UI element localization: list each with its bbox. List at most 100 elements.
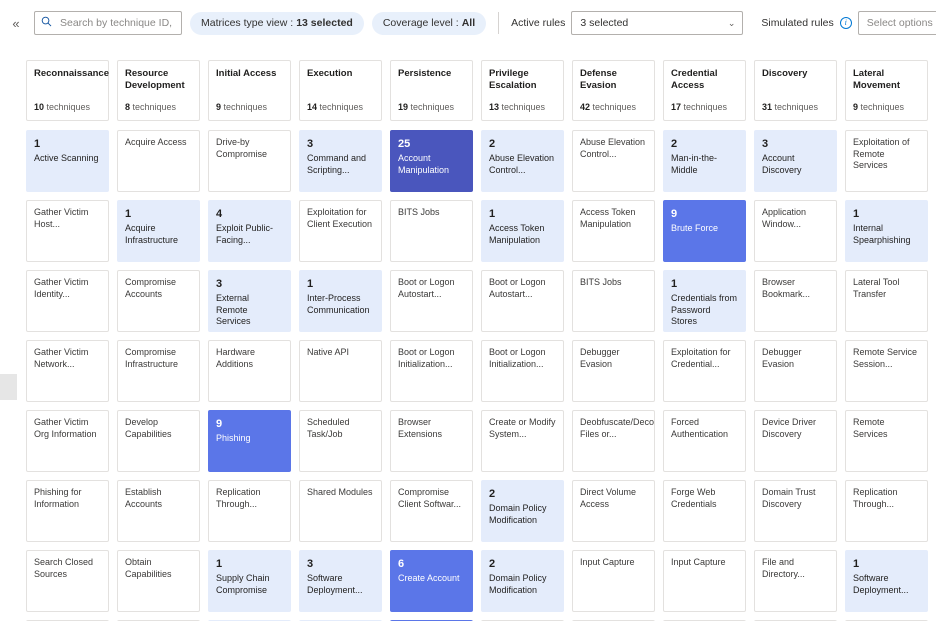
technique-cell[interactable]: Browser Bookmark... — [754, 270, 837, 332]
technique-cell[interactable]: 4 Exploit Public-Facing... — [208, 200, 291, 262]
technique-cell[interactable]: Acquire Access — [117, 130, 200, 192]
technique-cell[interactable]: Phishing for Information — [26, 480, 109, 542]
technique-cell[interactable]: Remote Services — [845, 410, 928, 472]
technique-cell[interactable]: Forced Authentication — [663, 410, 746, 472]
search-input-container[interactable] — [34, 11, 182, 35]
technique-count: 13 techniques — [489, 102, 546, 112]
coverage-level-filter[interactable]: Coverage level : All — [371, 11, 487, 35]
technique-cell[interactable]: Remote Service Session... — [845, 340, 928, 402]
technique-cell[interactable]: Exploitation of Remote Services — [845, 130, 928, 192]
tactic-header[interactable]: Execution 14 techniques — [299, 60, 382, 121]
technique-cell[interactable]: 2 Abuse Elevation Control... — [481, 130, 564, 192]
technique-alert-count: 1 — [853, 558, 860, 570]
technique-cell[interactable]: Input Capture — [663, 550, 746, 612]
technique-cell[interactable]: Replication Through... — [208, 480, 291, 542]
technique-cell[interactable]: Lateral Tool Transfer — [845, 270, 928, 332]
technique-cell[interactable]: Device Driver Discovery — [754, 410, 837, 472]
collapse-sidebar-icon[interactable]: « — [6, 13, 26, 33]
technique-cell[interactable]: Abuse Elevation Control... — [572, 130, 655, 192]
technique-cell[interactable]: 9 Phishing — [208, 410, 291, 472]
technique-cell[interactable]: 1 Internal Spearphishing — [845, 200, 928, 262]
vertical-scrollbar-thumb[interactable] — [0, 374, 17, 400]
search-input[interactable] — [58, 16, 175, 30]
tactic-header[interactable]: Persistence 19 techniques — [390, 60, 473, 121]
technique-cell[interactable]: Browser Extensions — [390, 410, 473, 472]
technique-list: 3 Account Discovery Application Window... B… — [754, 130, 837, 621]
technique-cell[interactable]: 3 Command and Scripting... — [299, 130, 382, 192]
technique-cell[interactable]: Gather Victim Org Information — [26, 410, 109, 472]
technique-cell[interactable]: Boot or Logon Autostart... — [390, 270, 473, 332]
technique-cell[interactable]: Create or Modify System... — [481, 410, 564, 472]
technique-cell[interactable]: 2 Man-in-the-Middle — [663, 130, 746, 192]
technique-cell[interactable]: 1 Access Token Manipulation — [481, 200, 564, 262]
technique-cell[interactable]: Application Window... — [754, 200, 837, 262]
technique-cell[interactable]: Debugger Evasion — [572, 340, 655, 402]
technique-cell[interactable]: Input Capture — [572, 550, 655, 612]
technique-cell[interactable]: Boot or Logon Autostart... — [481, 270, 564, 332]
technique-name: Lateral Tool Transfer — [853, 277, 900, 299]
technique-name: Direct Volume Access — [580, 487, 637, 509]
technique-cell[interactable]: 1 Supply Chain Compromise — [208, 550, 291, 612]
tactic-header[interactable]: Initial Access 9 techniques — [208, 60, 291, 121]
simulated-rules-dropdown[interactable]: Select options ⌄ — [857, 11, 936, 35]
technique-cell[interactable]: Search Closed Sources — [26, 550, 109, 612]
technique-cell[interactable]: Obtain Capabilities — [117, 550, 200, 612]
tactic-header[interactable]: Privilege Escalation 13 techniques — [481, 60, 564, 121]
active-rules-dropdown[interactable]: 3 selected ⌄ — [571, 11, 744, 35]
technique-cell[interactable]: Native API — [299, 340, 382, 402]
technique-cell[interactable]: Shared Modules — [299, 480, 382, 542]
technique-cell[interactable]: 1 Credentials from Password Stores — [663, 270, 746, 332]
technique-cell[interactable]: Exploitation for Client Execution — [299, 200, 382, 262]
technique-cell[interactable]: Deobfuscate/Decode Files or... — [572, 410, 655, 472]
technique-cell[interactable]: Hardware Additions — [208, 340, 291, 402]
technique-cell[interactable]: File and Directory... — [754, 550, 837, 612]
technique-cell[interactable]: 3 External Remote Services — [208, 270, 291, 332]
technique-cell[interactable]: 2 Domain Policy Modification — [481, 550, 564, 612]
technique-cell[interactable]: 1 Active Scanning — [26, 130, 109, 192]
active-rules-group: Active rules 3 selected ⌄ — [511, 11, 744, 35]
technique-cell[interactable]: Direct Volume Access — [572, 480, 655, 542]
technique-cell[interactable]: Exploitation for Credential... — [663, 340, 746, 402]
technique-cell[interactable]: Boot or Logon Initialization... — [390, 340, 473, 402]
technique-cell[interactable]: Replication Through... — [845, 480, 928, 542]
technique-cell[interactable]: Access Token Manipulation — [572, 200, 655, 262]
toolbar-divider — [498, 12, 500, 34]
technique-cell[interactable]: Boot or Logon Initialization... — [481, 340, 564, 402]
technique-cell[interactable]: 6 Create Account — [390, 550, 473, 612]
technique-name: Deobfuscate/Decode Files or... — [580, 417, 655, 439]
technique-cell[interactable]: Debugger Evasion — [754, 340, 837, 402]
tactic-header[interactable]: Defense Evasion 42 techniques — [572, 60, 655, 121]
matrix-column: Initial Access 9 techniques Drive-by Compr… — [208, 60, 291, 621]
technique-cell[interactable]: 9 Brute Force — [663, 200, 746, 262]
technique-cell[interactable]: 2 Domain Policy Modification — [481, 480, 564, 542]
technique-cell[interactable]: BITS Jobs — [390, 200, 473, 262]
technique-cell[interactable]: 25 Account Manipulation — [390, 130, 473, 192]
tactic-header[interactable]: Resource Development 8 techniques — [117, 60, 200, 121]
technique-cell[interactable]: Develop Capabilities — [117, 410, 200, 472]
tactic-header[interactable]: Discovery 31 techniques — [754, 60, 837, 121]
technique-cell[interactable]: Scheduled Task/Job — [299, 410, 382, 472]
technique-cell[interactable]: 1 Inter-Process Communication — [299, 270, 382, 332]
technique-cell[interactable]: Forge Web Credentials — [663, 480, 746, 542]
technique-cell[interactable]: Compromise Infrastructure — [117, 340, 200, 402]
technique-cell[interactable]: 3 Account Discovery — [754, 130, 837, 192]
technique-cell[interactable]: Gather Victim Host... — [26, 200, 109, 262]
technique-cell[interactable]: 1 Software Deployment... — [845, 550, 928, 612]
technique-cell[interactable]: Establish Accounts — [117, 480, 200, 542]
technique-cell[interactable]: Compromise Client Softwar... — [390, 480, 473, 542]
tactic-header[interactable]: Credential Access 17 techniques — [663, 60, 746, 121]
technique-cell[interactable]: 3 Software Deployment... — [299, 550, 382, 612]
technique-list: 2 Abuse Elevation Control... 1 Access Token… — [481, 130, 564, 621]
technique-cell[interactable]: Compromise Accounts — [117, 270, 200, 332]
technique-cell[interactable]: Gather Victim Identity... — [26, 270, 109, 332]
matrices-type-view-filter[interactable]: Matrices type view : 13 selected — [190, 11, 364, 35]
technique-cell[interactable]: 1 Acquire Infrastructure — [117, 200, 200, 262]
tactic-header[interactable]: Reconnaissance 10 techniques — [26, 60, 109, 121]
technique-cell[interactable]: BITS Jobs — [572, 270, 655, 332]
tactic-header[interactable]: Lateral Movement 9 techniques — [845, 60, 928, 121]
technique-name: Compromise Infrastructure — [125, 347, 179, 369]
info-icon[interactable]: i — [839, 17, 852, 29]
technique-cell[interactable]: Domain Trust Discovery — [754, 480, 837, 542]
technique-cell[interactable]: Gather Victim Network... — [26, 340, 109, 402]
technique-cell[interactable]: Drive-by Compromise — [208, 130, 291, 192]
